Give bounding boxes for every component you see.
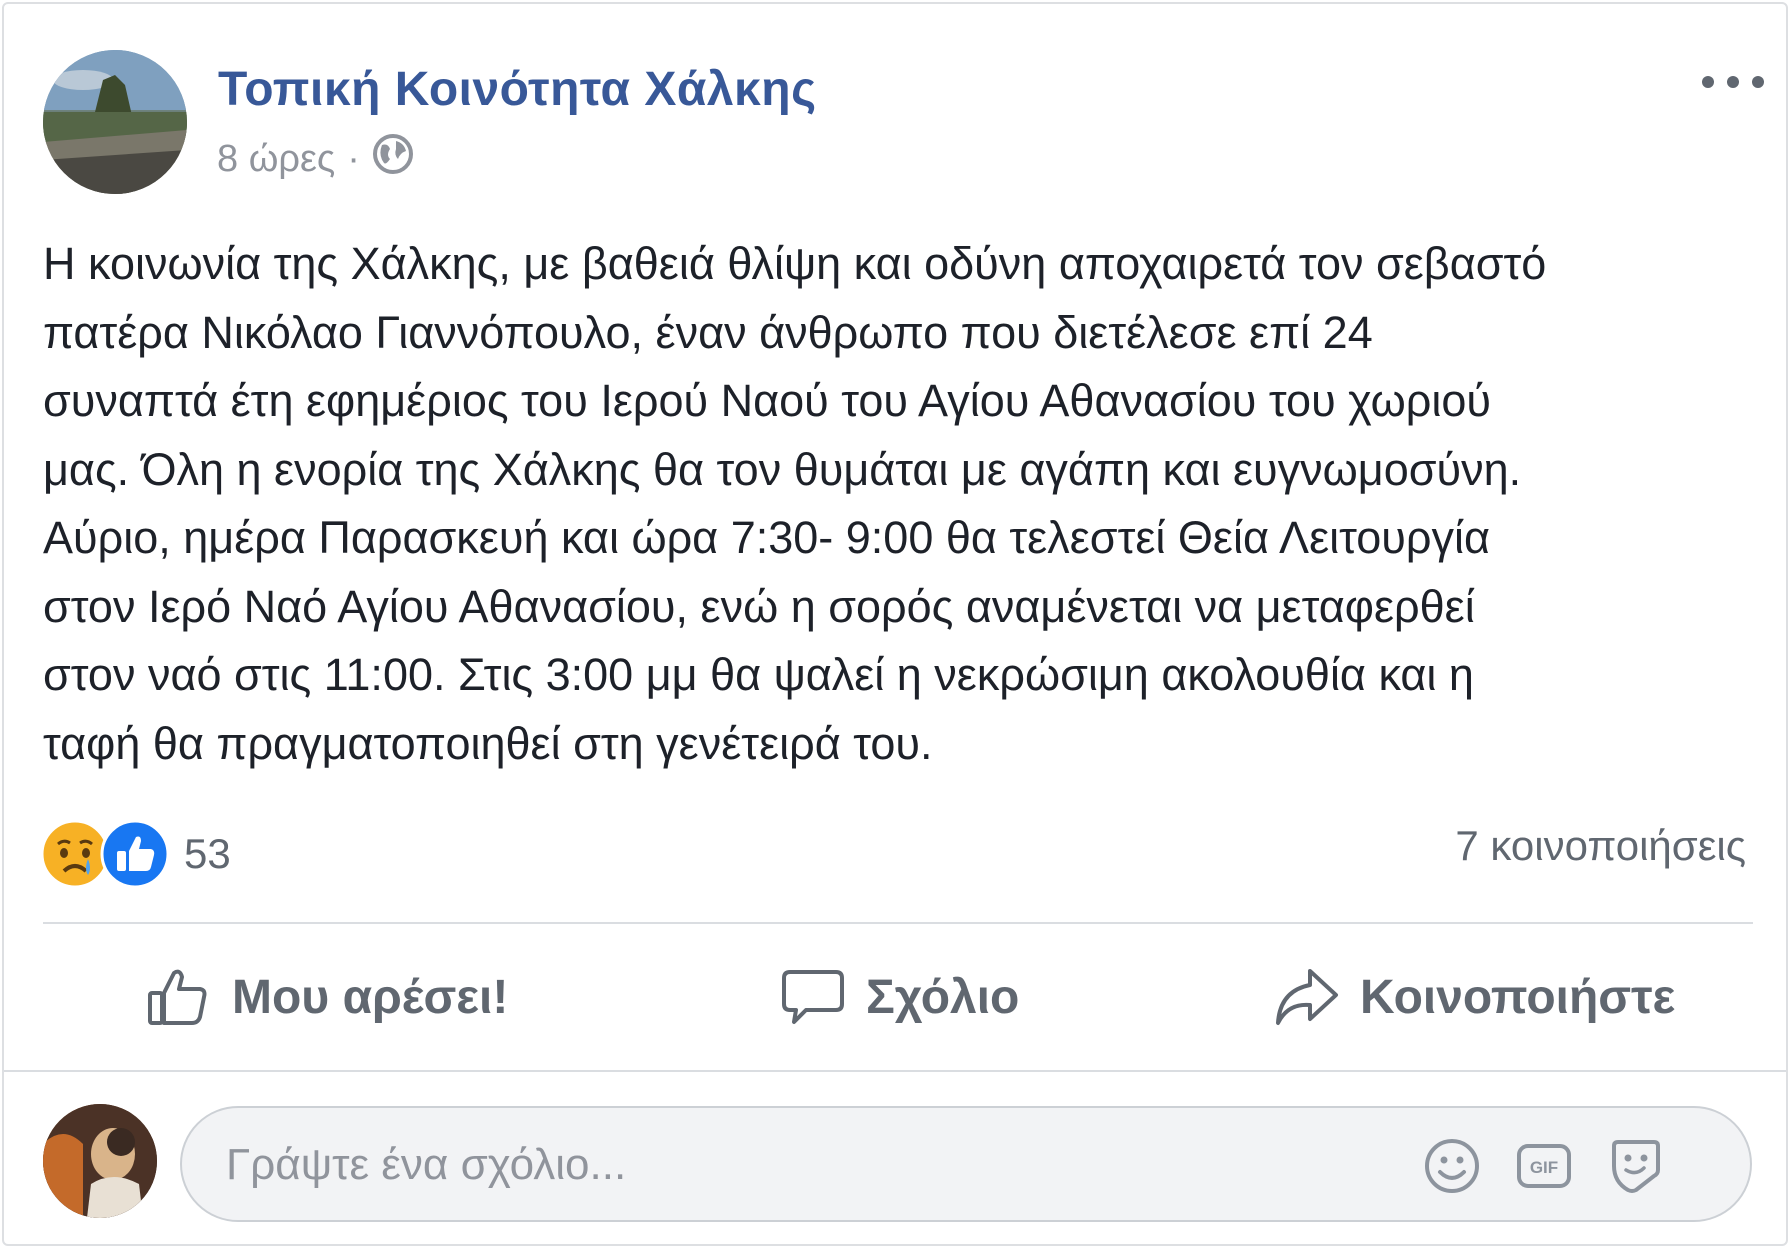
post-line: συναπτά έτη εφημέριος του Ιερού Ναού του… [43,375,1491,426]
share-label: Κοινοποιήστε [1360,970,1676,1024]
emoji-icon[interactable] [1422,1136,1482,1196]
comment-composer: Γράψτε ένα σχόλιο... GIF [4,1074,1786,1244]
divider [43,922,1753,924]
shares-count[interactable]: 7 κοινοποιήσεις [1455,822,1746,870]
like-label: Μου αρέσει! [232,970,509,1024]
post-line: Αύριο, ημέρα Παρασκευή και ώρα 7:30- 9:0… [43,512,1491,563]
post-line: πατέρα Νικόλαο Γιαννόπουλο, έναν άνθρωπο… [43,306,1373,358]
comment-input[interactable]: Γράψτε ένα σχόλιο... GIF [180,1106,1752,1222]
user-avatar[interactable] [43,1104,157,1218]
meta-separator: · [347,137,360,180]
post-line: στον Ιερό Ναό Αγίου Αθανασίου, ενώ η σορ… [43,580,1475,632]
thumbs-up-icon [148,969,207,1025]
page-name-link[interactable]: Τοπική Κοινότητα Χάλκης [218,62,817,117]
share-button[interactable]: Κοινοποιήστε [1272,954,1675,1040]
post-line: ταφή θα πραγματοποιηθεί στη γενέτειρά το… [43,717,933,769]
post-meta: 8 ώρες · [217,134,414,184]
speech-bubble-icon [782,970,844,1024]
comment-button[interactable]: Σχόλιο [780,954,1019,1040]
like-button[interactable]: Μου αρέσει! [144,954,508,1040]
share-arrow-icon [1276,969,1338,1025]
divider [4,1070,1786,1072]
reactions-summary[interactable]: 53 [40,816,231,892]
post-text: Η κοινωνία της Χάλκης, με βαθειά θλίψη κ… [43,230,1763,778]
globe-icon[interactable] [372,133,414,185]
post-line: Η κοινωνία της Χάλκης, με βαθειά θλίψη κ… [43,238,1547,289]
more-dots-icon[interactable] [1702,62,1764,102]
post-line: μας. Όλη η ενορία της Χάλκης θα τον θυμά… [43,443,1522,495]
comment-label: Σχόλιο [866,970,1020,1024]
sticker-icon[interactable] [1606,1136,1666,1196]
svg-text:GIF: GIF [1530,1158,1558,1177]
post-card: Τοπική Κοινότητα Χάλκης 8 ώρες · Η κοινω… [2,2,1788,1246]
post-time[interactable]: 8 ώρες [217,138,335,181]
comment-placeholder: Γράψτε ένα σχόλιο... [226,1140,627,1189]
page-avatar[interactable] [43,50,187,194]
like-reaction-icon[interactable] [100,819,170,889]
post-line: στον ναό στις 11:00. Στις 3:00 μμ θα ψαλ… [43,649,1474,700]
gif-icon[interactable]: GIF [1514,1136,1574,1196]
reaction-count[interactable]: 53 [184,830,231,878]
